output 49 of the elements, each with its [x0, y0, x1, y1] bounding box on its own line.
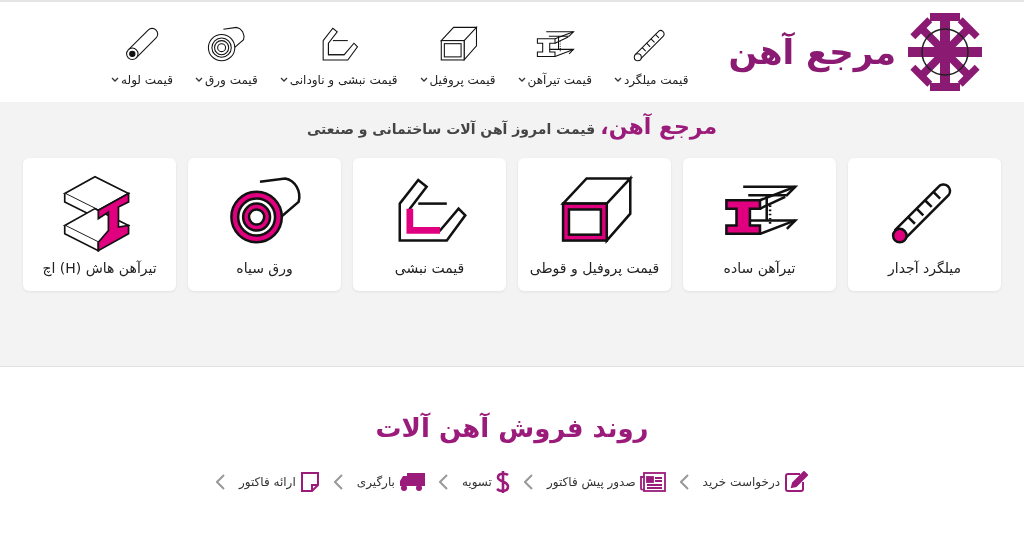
category-card[interactable]: میلگرد آجدار	[848, 158, 1001, 291]
caret-icon	[279, 77, 288, 83]
category-card[interactable]: قیمت پروفیل و قوطی	[518, 158, 671, 291]
card-label: قیمت نبشی	[394, 259, 465, 278]
step-label: ارائه فاکتور	[238, 474, 296, 491]
headline-brand: مرجع آهن،	[600, 114, 718, 139]
nav-item[interactable]: قیمت ورق	[194, 23, 258, 89]
nav-label: قیمت تیرآهن	[527, 71, 592, 89]
step-label: صدور پیش فاکتور	[546, 474, 636, 491]
step-label: بارگیری	[356, 474, 395, 491]
chevron-icon	[333, 474, 343, 490]
category-card[interactable]: تیرآهن هاش (H) اچ	[23, 158, 176, 291]
category-card[interactable]: ورق سیاه	[188, 158, 341, 291]
nav-label: قیمت نبشی و ناودانی	[289, 72, 398, 89]
note-icon	[299, 471, 320, 493]
category-card[interactable]: تیرآهن ساده	[683, 158, 836, 291]
caret-icon	[111, 77, 120, 83]
caret-icon	[419, 77, 428, 83]
card-label: ورق سیاه	[236, 259, 293, 279]
category-card[interactable]: قیمت نبشی	[353, 158, 506, 291]
card-label: تیرآهن ساده	[723, 259, 796, 279]
nav-label: قیمت پروفیل	[429, 72, 496, 89]
caret-icon	[613, 77, 622, 83]
newspaper-icon	[639, 472, 666, 492]
caret-icon	[194, 77, 203, 83]
nav-label: قیمت لوله	[121, 72, 173, 89]
nav-item[interactable]: قیمت نبشی و ناودانی	[279, 23, 398, 89]
chevron-icon	[523, 474, 533, 490]
nav-item[interactable]: قیمت میلگرد	[613, 23, 689, 89]
nav-item[interactable]: قیمت تیرآهن	[517, 23, 592, 89]
chevron-icon	[679, 474, 689, 490]
nav-item[interactable]: قیمت لوله	[111, 23, 173, 89]
nav-label: قیمت ورق	[204, 72, 258, 89]
nav-item[interactable]: قیمت پروفیل	[419, 23, 496, 89]
card-label: قیمت پروفیل و قوطی	[529, 259, 660, 279]
site-logo[interactable]: مرجع آهن	[728, 11, 986, 93]
caret-icon	[517, 77, 526, 83]
truck-icon	[398, 472, 425, 492]
nav-label: قیمت میلگرد	[623, 72, 689, 89]
card-label: میلگرد آجدار	[888, 259, 962, 279]
chevron-icon	[438, 474, 448, 490]
section-title: روند فروش آهن آلات	[375, 411, 649, 446]
step-label: درخواست خرید	[702, 474, 781, 491]
chevron-icon	[215, 474, 225, 490]
edit-icon	[784, 471, 809, 493]
card-label: تیرآهن هاش (H) اچ	[42, 259, 157, 279]
headline-text: قیمت امروز آهن آلات ساختمانی و صنعتی	[306, 121, 596, 137]
step-label: تسویه	[461, 474, 492, 491]
dollar-icon	[495, 470, 510, 494]
